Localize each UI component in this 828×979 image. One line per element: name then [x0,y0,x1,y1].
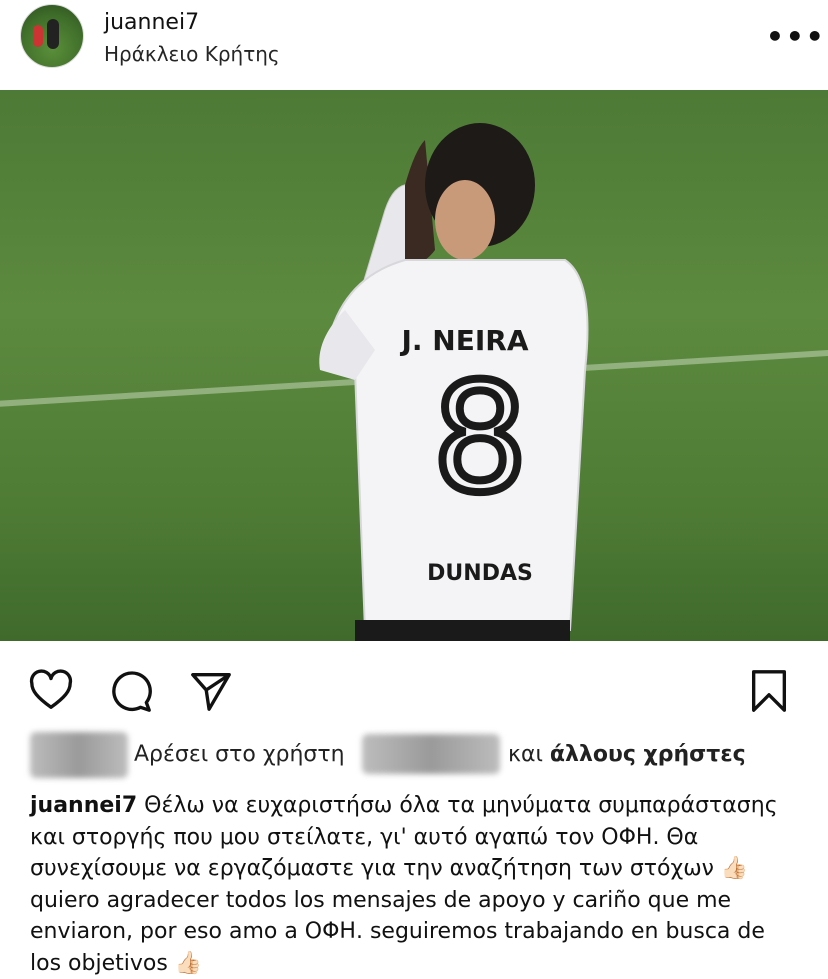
jersey-sponsor: DUNDAS [427,561,533,586]
caption-text-greek: Θέλω να ευχαριστήσω όλα τα μηνύματα συμπ… [30,793,778,881]
post-location[interactable]: Ηράκλειο Κρήτης [104,42,280,66]
avatar[interactable] [20,4,84,68]
post-caption: juannei7 Θέλω να ευχαριστήσω όλα τα μηνύ… [30,790,800,979]
thumbs-up-icon: 👍🏻 [174,950,203,976]
redacted-avatar [30,732,128,778]
likes-and-label: και [508,742,543,767]
caption-text-spanish: quiero agradecer todos los mensajes de a… [30,887,765,976]
avatar-figure [33,25,43,47]
jersey-number: 8 [432,352,527,526]
comment-icon[interactable] [108,668,154,714]
more-options-icon[interactable]: ••• [766,20,826,53]
player-illustration: J. NEIRA 8 DUNDAS [319,123,589,641]
likes-summary[interactable]: Αρέσει στο χρήστη και άλλους χρήστες [30,730,820,780]
send-icon[interactable] [188,668,234,714]
bookmark-icon[interactable] [746,668,792,714]
post-photo[interactable]: J. NEIRA 8 DUNDAS [0,90,828,641]
redacted-username [362,734,500,774]
likes-others-label: άλλους χρήστες [549,742,746,767]
post-header: juannei7 Ηράκλειο Κρήτης ••• [0,0,828,90]
post-username[interactable]: juannei7 [104,10,199,35]
caption-username[interactable]: juannei7 [30,793,137,818]
avatar-figure [47,19,59,49]
thumbs-up-icon: 👍🏻 [720,856,749,881]
heart-icon[interactable] [28,668,74,714]
likes-others[interactable]: και άλλους χρήστες [508,742,746,767]
post-actions [0,660,828,720]
likes-text: Αρέσει στο χρήστη [134,742,345,767]
